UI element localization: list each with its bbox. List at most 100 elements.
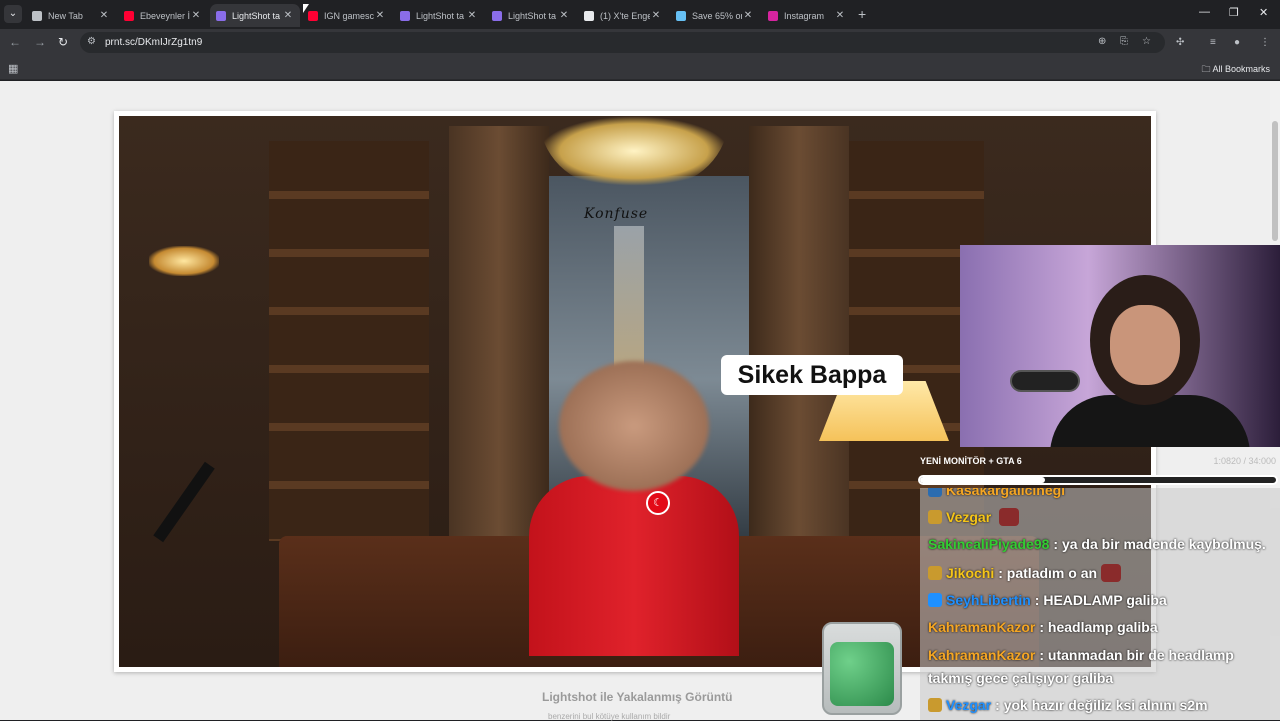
site-info-icon[interactable]: ⚙ [87, 36, 96, 47]
person-avatar: ☾ [529, 361, 739, 667]
browser-tab[interactable]: Instagram ✕ [762, 4, 852, 27]
chat-message: SeyhLibertin: HEADLAMP galiba [928, 592, 1167, 608]
chat-message: SakincaliPiyade98: ya da bir madende kay… [928, 536, 1266, 552]
chat-message: Kasakargalicihegi [928, 488, 1069, 498]
chat-text: : yok hazır değiliz ksi alnını s2m [995, 697, 1208, 713]
brand-watermark: Konfuse [584, 206, 649, 222]
chat-text: : ya da bir madende kaybolmuş. [1053, 536, 1266, 552]
tab-close-icon[interactable]: ✕ [374, 10, 386, 21]
bookmark-star-icon[interactable]: ☆ [1142, 36, 1151, 47]
minimize-icon[interactable]: — [1199, 6, 1210, 18]
tab-close-icon[interactable]: ✕ [190, 10, 202, 21]
overlay-label: Sikek Bappa [721, 355, 903, 395]
all-bookmarks-button[interactable]: 🗀 All Bookmarks [1201, 62, 1270, 78]
scroll-thumb[interactable] [1272, 121, 1278, 241]
streamer-webcam [960, 245, 1280, 447]
tab-title: LightShot ta [232, 10, 281, 21]
tab-favicon-icon [216, 10, 226, 21]
tab-close-icon[interactable]: ✕ [558, 10, 570, 21]
chat-username[interactable]: SeyhLibertin [946, 592, 1031, 608]
close-window-icon[interactable]: ✕ [1259, 6, 1268, 19]
browser-tab[interactable]: LightShot ta ✕ [486, 4, 576, 27]
tab-close-icon[interactable]: ✕ [282, 10, 294, 21]
chat-message: takmış gece çalışıyor galiba [928, 670, 1113, 686]
browser-tab[interactable]: New Tab ✕ [26, 4, 116, 27]
restore-icon[interactable]: ❐ [1229, 6, 1239, 19]
chat-username[interactable]: Vezgar [946, 509, 991, 525]
chat-text: : patladım o an [998, 565, 1098, 581]
chat-text: : headlamp galiba [1039, 619, 1158, 635]
reload-icon[interactable]: ↻ [58, 35, 68, 49]
tab-favicon-icon [676, 10, 686, 21]
bookshelf-left [269, 141, 429, 541]
browser-tab[interactable]: LightShot ta ✕ [394, 4, 484, 27]
page-caption: Lightshot ile Yakalanmış Görüntü [542, 690, 733, 704]
tab-title: New Tab [48, 10, 83, 21]
tab-favicon-icon [584, 10, 594, 21]
forward-icon[interactable]: → [34, 35, 46, 49]
tab-favicon-icon [308, 10, 318, 21]
red-jacket [529, 476, 739, 656]
stream-progress-bar [918, 475, 1278, 485]
tab-favicon-icon [768, 10, 778, 21]
profile-icon[interactable]: ● [1234, 37, 1240, 48]
chat-badge-icon [928, 488, 942, 497]
tab-title: IGN gamesc [324, 10, 374, 21]
chat-username[interactable]: KahramanKazor [928, 647, 1035, 663]
tab-favicon-icon [400, 10, 410, 21]
chat-username[interactable]: SakincaliPiyade98 [928, 536, 1049, 552]
chat-text: : utanmadan bir de headlamp [1039, 647, 1234, 663]
menu-icon[interactable]: ⋮ [1260, 37, 1270, 48]
tab-favicon-icon [32, 10, 42, 21]
chat-username[interactable]: Jikochi [946, 565, 994, 581]
curtain-right [749, 126, 849, 566]
apps-grid-icon[interactable]: ▦ [8, 62, 18, 75]
stream-title: YENİ MONİTÖR + GTA 6 [920, 456, 1022, 466]
chat-username[interactable]: Kasakargalicihegi [946, 488, 1065, 498]
tab-close-icon[interactable]: ✕ [98, 10, 110, 21]
chat-message: Jikochi: patladım o an [928, 564, 1122, 582]
turkish-flag-icon: ☾ [646, 491, 670, 515]
tab-close-icon[interactable]: ✕ [834, 10, 846, 21]
tab-title: (1) X'te Enge [600, 10, 650, 21]
tab-close-icon[interactable]: ✕ [466, 10, 478, 21]
url-text[interactable]: prnt.sc/DKmIJrZg1tn9 [105, 37, 202, 48]
chat-badge-icon [928, 593, 942, 607]
tab-groups-icon[interactable]: ≡ [1210, 37, 1216, 48]
chat-badge-icon [928, 510, 942, 524]
chat-username[interactable]: KahramanKazor [928, 619, 1035, 635]
stream-meta: 1:0820 / 34:000 [1213, 456, 1276, 466]
back-icon[interactable]: ← [9, 35, 21, 49]
tab-close-icon[interactable]: ✕ [742, 10, 754, 21]
new-tab-button[interactable]: + [858, 6, 866, 22]
wall-sconce [149, 246, 219, 276]
install-icon[interactable]: ⎘ [1120, 36, 1128, 47]
address-bar[interactable]: ⚙ prnt.sc/DKmIJrZg1tn9 ⊕ ⎘ ☆ [80, 32, 1165, 53]
browser-tab[interactable]: Save 65% on ✕ [670, 4, 760, 27]
chat-message: Vezgar [928, 508, 1020, 526]
tab-favicon-icon [124, 10, 134, 21]
chat-message: KahramanKazor: headlamp galiba [928, 619, 1158, 635]
tab-search-icon[interactable]: ⌄ [4, 5, 22, 23]
extensions-icon[interactable]: ✣ [1176, 37, 1184, 48]
browser-tab[interactable]: (1) X'te Enge ✕ [578, 4, 668, 27]
chat-text: takmış gece çalışıyor galiba [928, 670, 1114, 686]
candy-jar [822, 622, 902, 715]
chat-badge-icon [928, 698, 942, 712]
browser-tab[interactable]: Ebeveynler İ ✕ [118, 4, 208, 27]
tab-title: LightShot ta [416, 10, 465, 21]
mouse-cursor [303, 4, 309, 13]
browser-tab[interactable]: LightShot ta ✕ [210, 4, 300, 27]
stream-progress-fill [920, 477, 1045, 483]
chat-username[interactable]: Vezgar [946, 697, 991, 713]
bookmarks-bar: ▦ 🗀 All Bookmarks [0, 56, 1280, 80]
chat-message: Vezgar: yok hazır değiliz ksi alnını s2m [928, 697, 1208, 713]
zoom-icon[interactable]: ⊕ [1098, 36, 1106, 47]
tab-favicon-icon [492, 10, 502, 21]
browser-tab[interactable]: IGN gamesc ✕ [302, 4, 392, 27]
browser-toolbar: ← → ↻ ⚙ prnt.sc/DKmIJrZg1tn9 ⊕ ⎘ ☆ ✣ ≡ ●… [0, 29, 1280, 56]
chat-emote-icon [999, 508, 1020, 526]
tab-title: LightShot ta [508, 10, 557, 21]
chat-text: : HEADLAMP galiba [1034, 592, 1167, 608]
tab-close-icon[interactable]: ✕ [650, 10, 662, 21]
